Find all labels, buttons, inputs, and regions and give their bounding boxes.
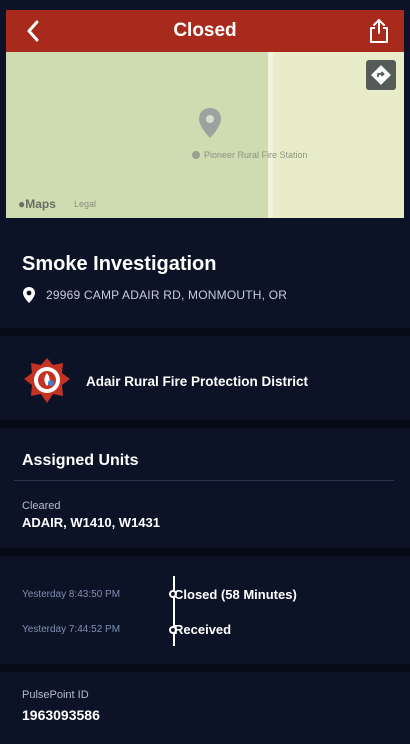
agency-row[interactable]: Adair Rural Fire Protection District (22, 355, 308, 407)
maps-attribution-text: Maps (25, 197, 56, 211)
poi-label: Pioneer Rural Fire Station (204, 150, 308, 160)
map-road (268, 52, 273, 218)
timeline-status: Received (174, 622, 232, 637)
section-divider (0, 420, 410, 428)
incident-address[interactable]: 29969 CAMP ADAIR RD, MONMOUTH, OR (22, 286, 287, 304)
maps-attribution: ●Maps (18, 197, 56, 211)
section-divider (0, 664, 410, 672)
timeline-entry: Yesterday 8:43:50 PM Closed (58 Minutes) (22, 587, 297, 602)
section-divider (0, 328, 410, 336)
units-separator (14, 480, 394, 481)
timeline-time: Yesterday 7:44:52 PM (22, 624, 121, 635)
nav-header: Closed (6, 10, 404, 52)
poi-marker-icon (192, 151, 200, 159)
assigned-units-heading: Assigned Units (22, 452, 139, 469)
timeline-time: Yesterday 8:43:50 PM (22, 589, 121, 600)
chevron-left-icon (27, 20, 39, 42)
map-poi[interactable]: Pioneer Rural Fire Station (192, 150, 308, 160)
pulsepoint-id-value: 1963093586 (22, 707, 100, 723)
directions-icon (371, 65, 391, 85)
location-pin-icon (23, 287, 35, 303)
section-divider (0, 548, 410, 556)
share-icon (370, 19, 388, 43)
app-screen: Closed Pioneer Rural Fire Station ●Maps … (0, 0, 410, 744)
timeline-status: Closed (58 Minutes) (174, 587, 297, 602)
incident-title: Smoke Investigation (22, 253, 217, 275)
fire-district-badge-icon (24, 358, 70, 403)
timeline-entry: Yesterday 7:44:52 PM Received (22, 622, 231, 637)
units-status-label: Cleared (22, 500, 61, 512)
legal-link[interactable]: Legal (74, 199, 96, 209)
page-title: Closed (173, 20, 237, 41)
share-button[interactable] (366, 16, 392, 46)
incident-map[interactable]: Pioneer Rural Fire Station ●Maps Legal (6, 52, 404, 218)
back-button[interactable] (20, 18, 46, 44)
directions-button[interactable] (366, 60, 396, 90)
agency-name: Adair Rural Fire Protection District (86, 373, 309, 389)
map-pin-icon (199, 108, 221, 138)
pulsepoint-id-label: PulsePoint ID (22, 689, 89, 701)
address-text: 29969 CAMP ADAIR RD, MONMOUTH, OR (46, 288, 288, 302)
units-list: ADAIR, W1410, W1431 (22, 515, 160, 530)
